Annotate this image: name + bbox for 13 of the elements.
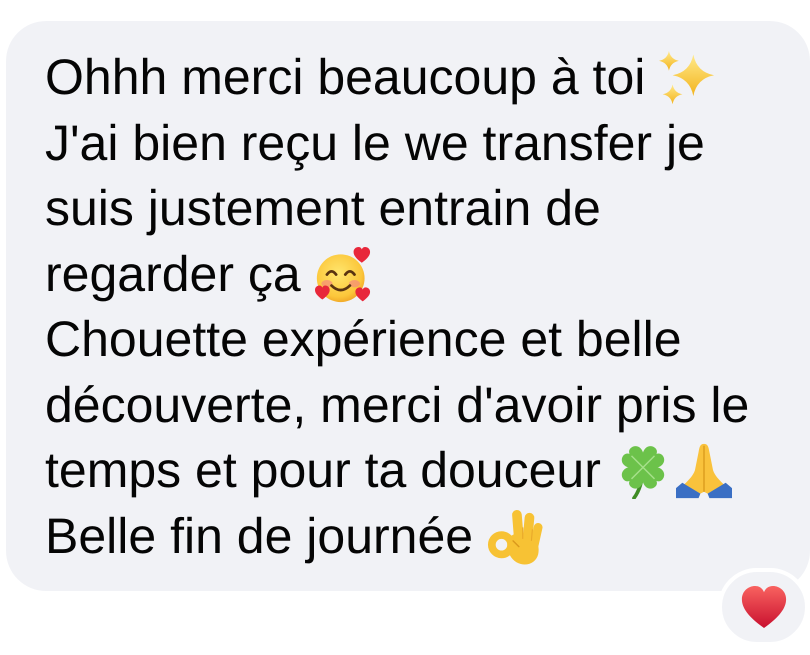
message-text: J'ai bien reçu le we transfer je xyxy=(45,114,705,170)
message-text: Ohhh merci beaucoup à toi xyxy=(45,49,646,105)
folded-hands-icon xyxy=(676,443,732,499)
heart-icon xyxy=(740,586,786,628)
message-text: découverte, merci d'avoir pris le xyxy=(45,376,750,432)
message-text: temps et pour ta douceur xyxy=(45,442,601,498)
message-text: regarder ça xyxy=(45,246,301,302)
message-text: suis justement entrain de xyxy=(45,180,601,236)
smiling-face-with-hearts-icon xyxy=(314,246,371,302)
ok-hand-icon xyxy=(487,508,544,564)
message-text: Chouette expérience et belle xyxy=(45,311,682,367)
message-text: Belle fin de journée xyxy=(45,508,474,564)
sparkles-icon xyxy=(659,50,716,106)
